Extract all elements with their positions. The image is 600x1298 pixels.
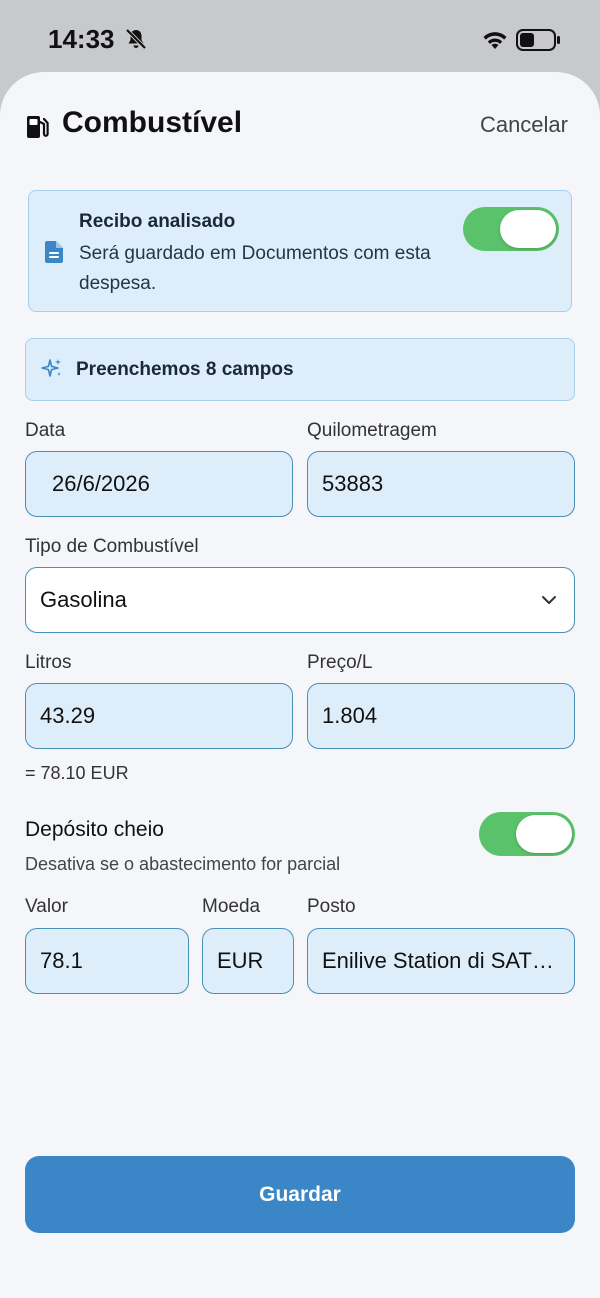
currency-label: Moeda [202, 896, 261, 917]
save-receipt-toggle[interactable] [463, 207, 559, 251]
liters-label: Litros [25, 652, 72, 673]
document-icon [45, 241, 63, 263]
receipt-description: Será guardado em Documentos com esta des… [79, 243, 431, 294]
full-tank-label: Depósito cheio [25, 818, 164, 841]
amount-field[interactable]: 78.1 [25, 928, 189, 994]
receipt-analyzed-card: Recibo analisado Será guardado em Docume… [28, 190, 572, 312]
cancel-button[interactable]: Cancelar [480, 112, 568, 138]
liters-field[interactable]: 43.29 [25, 683, 293, 749]
fuel-type-label: Tipo de Combustível [25, 536, 199, 557]
price-per-liter-label: Preço/L [307, 652, 373, 673]
currency-value: EUR [217, 948, 264, 973]
price-per-liter-field[interactable]: 1.804 [307, 683, 575, 749]
fuel-type-select[interactable]: Gasolina [25, 567, 575, 633]
autofill-text: Preenchemos 8 campos [76, 359, 294, 380]
receipt-title: Recibo analisado [79, 211, 236, 232]
toggle-knob [500, 210, 556, 248]
amount-value: 78.1 [40, 948, 83, 973]
fuel-type-value: Gasolina [40, 587, 127, 612]
toggle-knob [516, 815, 572, 853]
bell-muted-icon [125, 28, 147, 50]
status-bar: 14:33 [0, 0, 600, 80]
amount-label: Valor [25, 896, 68, 917]
page-title: Combustível [62, 106, 243, 139]
full-tank-toggle[interactable] [479, 812, 575, 856]
station-field[interactable]: Enilive Station di SAT… [307, 928, 575, 994]
date-label: Data [25, 420, 66, 441]
fuel-expense-sheet: Combustível Cancelar Recibo analisado Se… [0, 72, 600, 1298]
chevron-down-icon [542, 596, 556, 604]
station-label: Posto [307, 896, 356, 917]
liters-value: 43.29 [40, 703, 96, 728]
currency-field[interactable]: EUR [202, 928, 294, 994]
sparkle-icon [41, 359, 61, 377]
mileage-label: Quilometragem [307, 420, 437, 441]
status-time: 14:33 [48, 24, 115, 54]
computed-total: = 78.10 EUR [25, 763, 129, 783]
autofill-banner: Preenchemos 8 campos [25, 338, 575, 401]
fuel-pump-icon [27, 116, 49, 138]
station-value: Enilive Station di SAT… [322, 948, 554, 973]
date-field[interactable]: 26/6/2026 [25, 451, 293, 517]
battery-icon [516, 29, 560, 51]
save-button[interactable]: Guardar [25, 1156, 575, 1233]
full-tank-description: Desativa se o abastecimento for parcial [25, 854, 341, 874]
date-value: 26/6/2026 [52, 471, 150, 496]
mileage-value: 53883 [322, 471, 384, 496]
price-per-liter-value: 1.804 [322, 703, 378, 728]
wifi-icon [483, 32, 507, 49]
mileage-field[interactable]: 53883 [307, 451, 575, 517]
